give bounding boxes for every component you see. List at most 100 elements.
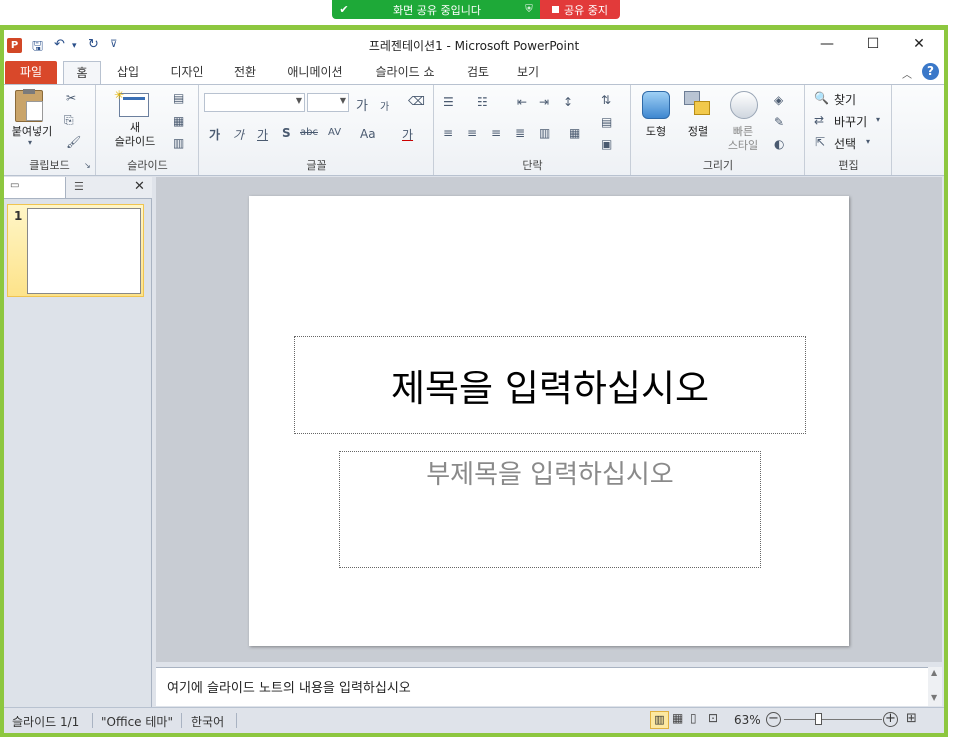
paste-dropdown-icon[interactable]: ▾: [28, 138, 32, 147]
reading-view-icon[interactable]: ▯: [690, 711, 697, 725]
distributed-icon[interactable]: ▥: [539, 126, 550, 140]
clear-format-icon[interactable]: ⌫: [408, 94, 425, 108]
shrink-font-icon[interactable]: 가: [380, 98, 389, 113]
tab-file[interactable]: 파일: [5, 61, 57, 84]
font-group-label: 글꼴: [306, 159, 327, 172]
font-color-icon[interactable]: 가: [402, 126, 413, 143]
copy-icon[interactable]: ⎘: [64, 113, 74, 128]
separator: [236, 713, 237, 728]
find-icon[interactable]: 🔍: [814, 91, 829, 105]
replace-button[interactable]: 바꾸기: [834, 113, 867, 130]
numbering-icon[interactable]: ☷: [477, 95, 488, 109]
clipboard-launcher-icon[interactable]: ↘: [84, 161, 91, 170]
layout-icon[interactable]: ▤: [173, 91, 184, 105]
slide-sorter-icon[interactable]: ▦: [672, 711, 683, 725]
zoom-slider-thumb[interactable]: [815, 713, 822, 725]
quick-styles-label-1[interactable]: 빠른: [720, 125, 766, 139]
shape-fill-icon[interactable]: ◈: [774, 93, 783, 107]
select-button[interactable]: 선택: [834, 135, 856, 152]
new-slide-icon[interactable]: ✳: [114, 88, 149, 117]
normal-view-icon[interactable]: ▥: [650, 711, 669, 729]
bold-icon[interactable]: 가: [209, 126, 220, 143]
quick-styles-label-2[interactable]: 스타일: [720, 139, 766, 153]
tab-design[interactable]: 디자인: [164, 61, 210, 84]
char-spacing-icon[interactable]: AV: [328, 127, 341, 138]
arrange-icon[interactable]: [684, 91, 712, 119]
increase-indent-icon[interactable]: ⇥: [539, 95, 549, 109]
tab-animations[interactable]: 애니메이션: [280, 61, 350, 84]
close-icon[interactable]: ✕: [904, 34, 934, 54]
underline-icon[interactable]: 가: [257, 126, 268, 143]
language[interactable]: 한국어: [191, 713, 224, 730]
replace-icon[interactable]: ⇄: [814, 113, 824, 127]
help-icon[interactable]: ?: [922, 63, 939, 80]
notes-scrollbar[interactable]: ▲ ▼: [928, 667, 942, 706]
font-family-select[interactable]: ▼: [204, 93, 305, 112]
tab-slides[interactable]: ▭: [4, 177, 66, 198]
paste-icon[interactable]: [15, 89, 43, 122]
scroll-down-icon[interactable]: ▼: [931, 693, 937, 702]
zoom-in-icon[interactable]: +: [883, 712, 898, 727]
outline-tab-icon[interactable]: ☰: [74, 180, 84, 193]
title-placeholder[interactable]: 제목을 입력하십시오: [294, 336, 806, 434]
cut-icon[interactable]: ✂: [66, 91, 76, 105]
align-right-icon[interactable]: ≡: [491, 126, 501, 140]
notes-pane[interactable]: 여기에 슬라이드 노트의 내용을 입력하십시오: [156, 667, 928, 706]
scroll-up-icon[interactable]: ▲: [931, 668, 937, 677]
new-slide-label-2[interactable]: 슬라이드: [97, 135, 173, 149]
tab-slideshow[interactable]: 슬라이드 쇼: [368, 61, 442, 84]
slide-thumbnail-selected[interactable]: 1: [7, 204, 144, 297]
select-icon[interactable]: ⇱: [815, 135, 825, 149]
shape-outline-icon[interactable]: ✎: [774, 115, 784, 129]
format-painter-icon[interactable]: 🖌: [66, 135, 81, 149]
arrange-button[interactable]: 정렬: [676, 125, 720, 139]
align-text-icon[interactable]: ▤: [601, 115, 612, 129]
tab-home[interactable]: 홈: [63, 61, 101, 84]
quick-styles-icon[interactable]: [730, 91, 758, 119]
shapes-icon[interactable]: [642, 91, 670, 119]
grow-font-icon[interactable]: 가: [356, 95, 368, 114]
find-button[interactable]: 찾기: [834, 91, 856, 108]
strikethrough-icon[interactable]: abc: [300, 127, 318, 138]
tab-insert[interactable]: 삽입: [110, 61, 146, 84]
change-case-icon[interactable]: Aa: [360, 127, 376, 141]
justify-icon[interactable]: ≣: [515, 126, 525, 140]
slide[interactable]: 제목을 입력하십시오 부제목을 입력하십시오: [249, 196, 849, 646]
zoom-level[interactable]: 63%: [734, 713, 761, 727]
zoom-slider[interactable]: [784, 713, 882, 725]
shape-effects-icon[interactable]: ◐: [774, 137, 784, 151]
font-size-select[interactable]: ▼: [307, 93, 349, 112]
align-center-icon[interactable]: ≡: [467, 126, 477, 140]
maximize-icon[interactable]: ☐: [858, 34, 888, 54]
tab-view[interactable]: 보기: [510, 61, 546, 84]
reset-icon[interactable]: ▦: [173, 114, 184, 128]
minimize-icon[interactable]: —: [812, 34, 842, 54]
close-pane-icon[interactable]: ✕: [134, 179, 145, 194]
replace-dropdown-icon[interactable]: ▾: [876, 115, 880, 124]
decrease-indent-icon[interactable]: ⇤: [517, 95, 527, 109]
align-left-icon[interactable]: ≡: [443, 126, 453, 140]
fit-to-window-icon[interactable]: ⊞: [906, 711, 917, 726]
new-slide-label-1[interactable]: 새: [97, 121, 173, 135]
italic-icon[interactable]: 가: [233, 126, 244, 143]
tab-transitions[interactable]: 전환: [227, 61, 263, 84]
subtitle-placeholder[interactable]: 부제목을 입력하십시오: [339, 451, 761, 568]
shadow-icon[interactable]: S: [282, 126, 291, 140]
stop-sharing-button[interactable]: 공유 중지: [540, 0, 620, 19]
collapse-ribbon-icon[interactable]: ︿: [902, 66, 912, 81]
line-spacing-icon[interactable]: ↕: [563, 95, 573, 109]
slideshow-icon[interactable]: ⊡: [708, 711, 718, 725]
zoom-out-icon[interactable]: −: [766, 712, 781, 727]
tab-review[interactable]: 검토: [460, 61, 496, 84]
bullets-icon[interactable]: ☰: [443, 95, 454, 109]
drawing-group-label: 그리기: [702, 159, 734, 172]
smartart-icon[interactable]: ▣: [601, 137, 612, 151]
shapes-button[interactable]: 도형: [634, 125, 678, 139]
ribbon: 붙여넣기 ▾ ✂ ⎘ 🖌 클립보드 ↘ ✳ 새 슬라이드 ▤ ▦ ▥ 슬라이드 …: [4, 84, 944, 176]
select-dropdown-icon[interactable]: ▾: [866, 137, 870, 146]
slide-thumbnail[interactable]: [27, 208, 141, 294]
section-icon[interactable]: ▥: [173, 136, 184, 150]
columns-icon[interactable]: ▦: [569, 126, 580, 140]
text-direction-icon[interactable]: ⇅: [601, 93, 611, 107]
paste-button[interactable]: 붙여넣기: [4, 125, 60, 139]
